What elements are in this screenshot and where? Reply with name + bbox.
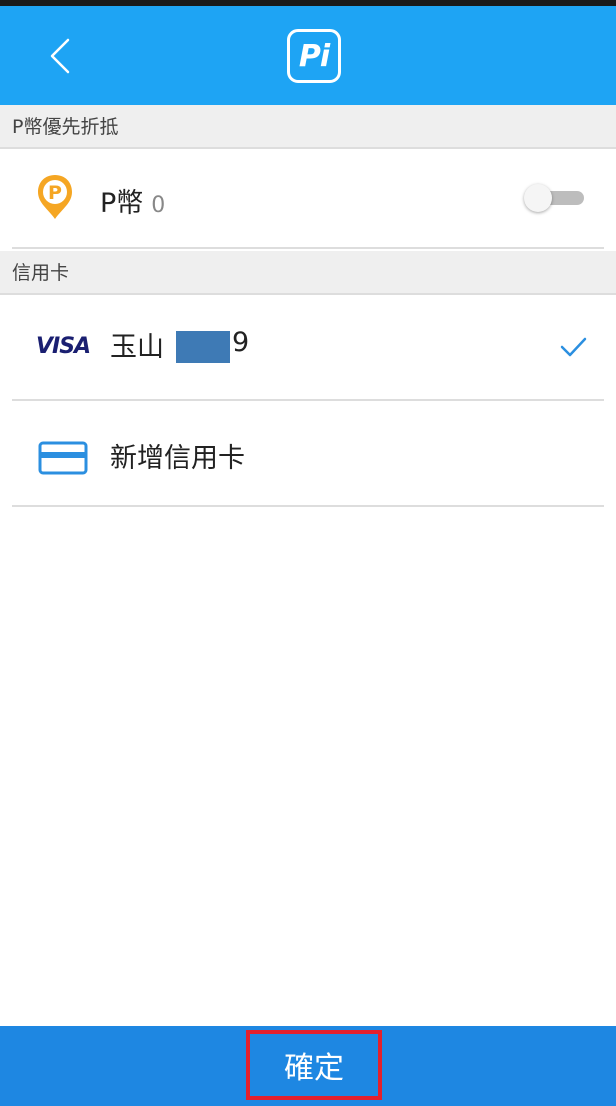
chevron-left-icon [50,38,70,74]
masked-card-number [176,331,230,363]
pcoin-toggle[interactable] [522,184,584,212]
pcoin-label-group: P幣 0 [100,181,165,220]
card-row-visa[interactable]: VISA 玉山 9 [12,297,604,401]
back-button[interactable] [30,26,90,86]
app-logo: Pi [287,29,341,83]
pcoin-row: P P幣 0 [12,149,604,249]
visa-logo: VISA [36,334,91,359]
card-last-digit: 9 [232,327,250,358]
credit-card-icon [38,441,88,475]
check-icon [560,337,587,357]
section-header-pcoin: P幣優先折抵 [0,105,616,149]
payment-method-screen: Pi P幣優先折抵 P P幣 0 信用卡 VISA 玉山 9 新增信用卡 確定 [0,0,616,1106]
section-header-credit-card: 信用卡 [0,251,616,295]
confirm-button[interactable]: 確定 [246,1030,382,1100]
pcoin-icon: P [38,175,72,219]
pcoin-label: P幣 [100,188,144,219]
toggle-knob [524,184,552,212]
card-bank-name: 玉山 [110,332,164,363]
svg-text:P: P [48,182,62,204]
pcoin-balance: 0 [151,193,166,218]
add-card-row[interactable]: 新增信用卡 [12,403,604,507]
top-bar: Pi [0,0,616,105]
add-card-label: 新增信用卡 [110,443,245,474]
